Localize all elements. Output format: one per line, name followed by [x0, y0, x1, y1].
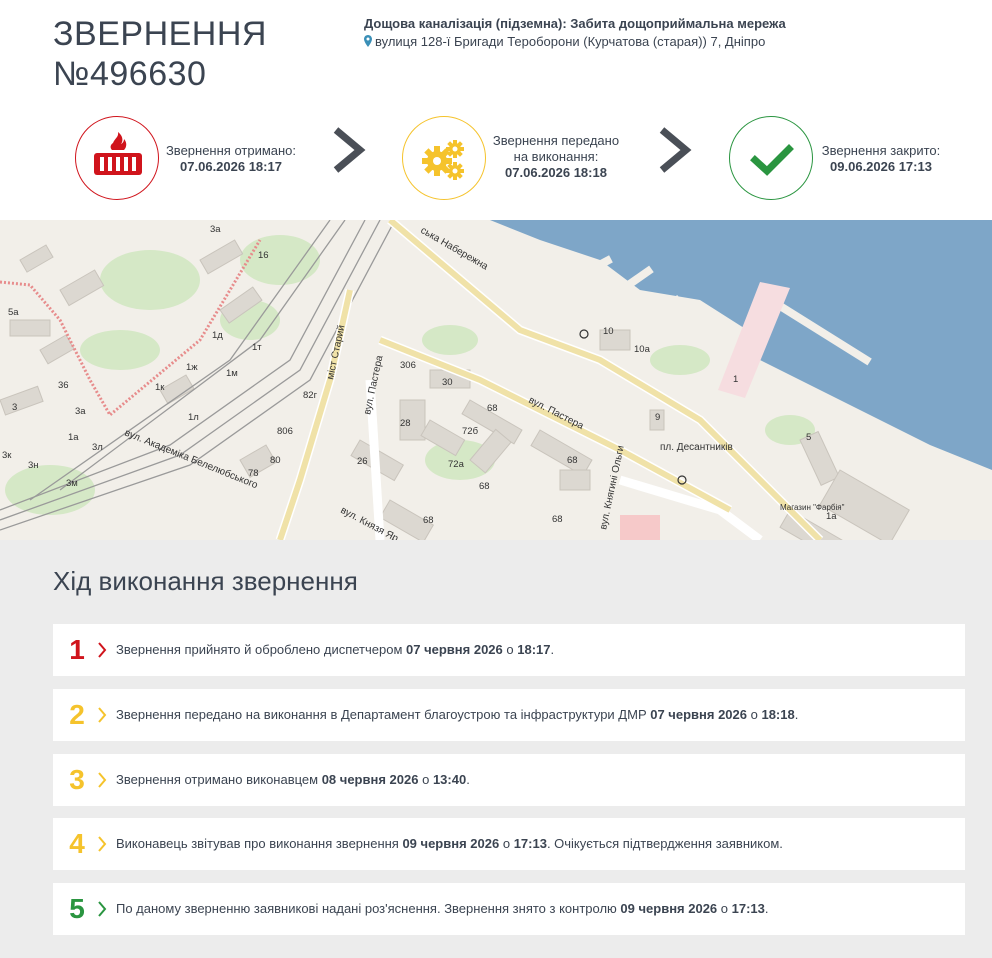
request-header: ЗВЕРНЕННЯ №496630 Дощова каналізація (пі…: [0, 0, 992, 220]
svg-text:9: 9: [655, 412, 660, 423]
svg-text:80: 80: [270, 455, 281, 466]
map-view[interactable]: ська Набережна вул. Пастера вул. Пастера…: [0, 220, 992, 540]
progress-section: Хід виконання звернення 1 Звернення прий…: [0, 540, 992, 958]
progress-item-text: Звернення отримано виконавцем 08 червня …: [116, 772, 470, 787]
step-received-circle: [75, 116, 159, 200]
step-closed-date: 09.06.2026 17:13: [830, 159, 932, 174]
step-received-date: 07.06.2026 18:17: [180, 159, 282, 174]
step-closed-label: Звернення закрито:: [821, 143, 941, 158]
progress-item-number: 4: [69, 828, 85, 859]
progress-item: 4 Виконавець звітував про виконання звер…: [53, 818, 965, 870]
progress-item-text: По даному зверненню заявникові надані ро…: [116, 901, 769, 916]
step-received-label: Звернення отримано:: [165, 143, 297, 158]
step-assigned-circle: [402, 116, 486, 200]
svg-text:10а: 10а: [634, 344, 651, 355]
progress-item: 1 Звернення прийнято й оброблено диспетч…: [53, 624, 965, 676]
step-closed-text: Звернення закрито: 09.06.2026 17:13: [814, 143, 948, 175]
svg-text:68: 68: [567, 455, 578, 466]
chevron-right-icon: [98, 901, 107, 917]
title-word: ЗВЕРНЕННЯ: [53, 15, 267, 53]
svg-text:10: 10: [603, 326, 614, 337]
chevron-right-icon: [98, 772, 107, 788]
progress-item: 5 По даному зверненню заявникові надані …: [53, 883, 965, 935]
svg-text:1д: 1д: [212, 330, 223, 341]
svg-text:1л: 1л: [188, 412, 199, 423]
svg-text:306: 306: [400, 360, 416, 371]
building-pink: [620, 515, 660, 540]
request-address: вулиця 128-ї Бригади Тероборони (Курчато…: [364, 34, 765, 49]
progress-item-text: Виконавець звітував про виконання зверне…: [116, 836, 783, 851]
progress-item-number: 1: [69, 634, 85, 665]
gears-icon: [422, 140, 464, 180]
svg-text:68: 68: [423, 515, 434, 526]
chevron-right-icon: [659, 127, 692, 173]
svg-text:1: 1: [733, 374, 738, 385]
progress-item: 3 Звернення отримано виконавцем 08 червн…: [53, 754, 965, 806]
progress-item: 2 Звернення передано на виконання в Депа…: [53, 689, 965, 741]
svg-text:16: 16: [258, 250, 269, 261]
location-pin-icon: [364, 35, 372, 47]
sewer-grate-icon: [94, 132, 142, 175]
chevron-right-icon: [98, 642, 107, 658]
svg-text:30: 30: [442, 377, 453, 388]
svg-text:68: 68: [487, 403, 498, 414]
svg-text:36: 36: [58, 380, 69, 391]
step-assigned-label: Звернення передано на виконання:: [492, 133, 620, 164]
svg-text:28: 28: [400, 418, 411, 429]
chevron-right-icon: [98, 836, 107, 852]
svg-text:3а: 3а: [75, 406, 86, 417]
svg-text:68: 68: [552, 514, 563, 525]
svg-text:3а: 3а: [210, 224, 221, 235]
step-assigned-date: 07.06.2026 18:18: [505, 165, 607, 180]
step-received-text: Звернення отримано: 07.06.2026 18:17: [160, 143, 302, 175]
progress-item-number: 2: [69, 699, 85, 730]
svg-text:806: 806: [277, 426, 293, 437]
square-label: пл. Десантників: [660, 442, 733, 453]
svg-text:3м: 3м: [66, 478, 78, 489]
svg-text:5: 5: [806, 432, 811, 443]
svg-text:1а: 1а: [68, 432, 79, 443]
chevron-right-icon: [98, 707, 107, 723]
svg-text:72а: 72а: [448, 459, 465, 470]
svg-text:1ж: 1ж: [186, 362, 198, 373]
svg-text:3н: 3н: [28, 460, 39, 471]
svg-text:78: 78: [248, 468, 259, 479]
checkmark-icon: [750, 144, 794, 176]
request-number: №496630: [53, 55, 207, 93]
progress-item-number: 3: [69, 764, 85, 795]
progress-item-number: 5: [69, 893, 85, 924]
svg-text:26: 26: [357, 456, 368, 467]
svg-text:5а: 5а: [8, 307, 19, 318]
svg-text:3к: 3к: [2, 450, 12, 461]
svg-text:3л: 3л: [92, 442, 103, 453]
svg-text:3: 3: [12, 402, 17, 413]
progress-item-text: Звернення прийнято й оброблено диспетчер…: [116, 642, 555, 657]
step-assigned-text: Звернення передано на виконання: 07.06.2…: [487, 133, 625, 181]
address-text: вулиця 128-ї Бригади Тероборони (Курчато…: [375, 34, 766, 49]
chevron-right-icon: [333, 127, 366, 173]
svg-text:68: 68: [479, 481, 490, 492]
step-closed-circle: [729, 116, 813, 200]
svg-text:1а: 1а: [826, 511, 837, 522]
progress-title: Хід виконання звернення: [53, 566, 358, 596]
svg-text:72б: 72б: [462, 426, 479, 437]
svg-text:1к: 1к: [155, 382, 165, 393]
page-title: ЗВЕРНЕННЯ №496630: [53, 14, 267, 94]
svg-text:1т: 1т: [252, 342, 262, 353]
svg-text:82г: 82г: [303, 390, 318, 401]
request-category: Дощова каналізація (підземна): Забита до…: [364, 16, 786, 31]
progress-item-text: Звернення передано на виконання в Департ…: [116, 707, 799, 722]
map-canvas[interactable]: ська Набережна вул. Пастера вул. Пастера…: [0, 220, 992, 540]
svg-text:1м: 1м: [226, 368, 238, 379]
